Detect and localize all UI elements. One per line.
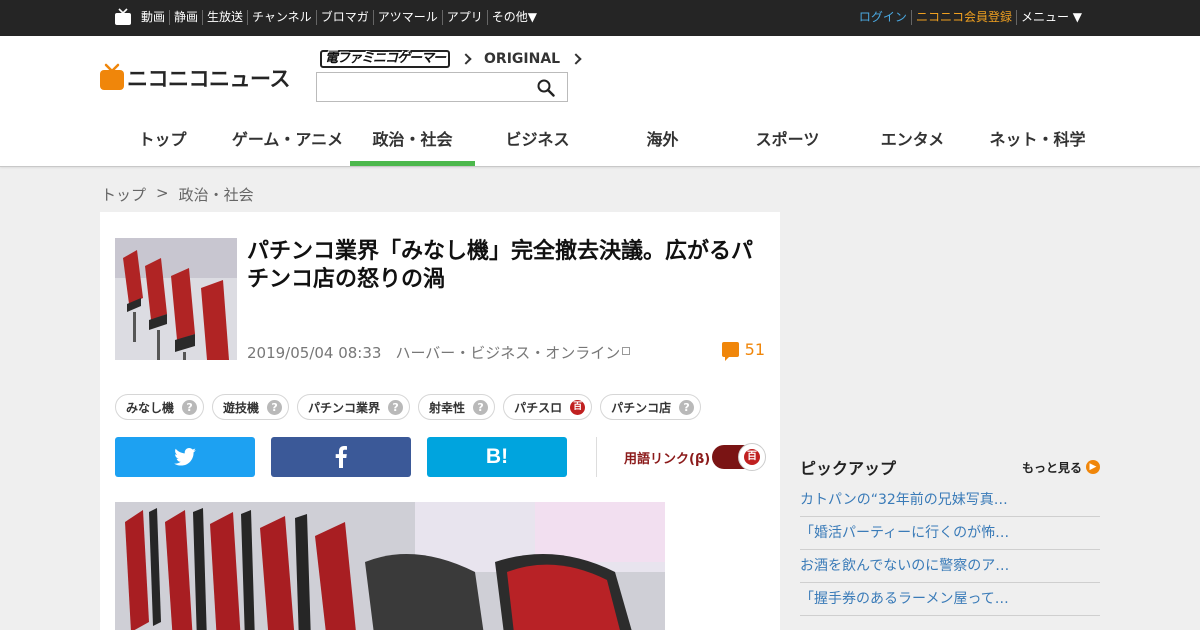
- tab-top[interactable]: トップ: [100, 122, 225, 166]
- question-icon[interactable]: ?: [388, 399, 404, 415]
- breadcrumb-current[interactable]: 政治・社会: [179, 184, 254, 205]
- service-link-other[interactable]: その他▼: [486, 10, 541, 25]
- search-icon[interactable]: [537, 79, 555, 97]
- breadcrumb-top[interactable]: トップ: [101, 184, 146, 205]
- category-nav: トップ ゲーム・アニメ 政治・社会 ビジネス 海外 スポーツ エンタメ ネット・…: [100, 122, 1100, 166]
- service-link-live[interactable]: 生放送: [202, 10, 247, 25]
- tag-label: パチンコ店: [611, 400, 672, 415]
- hatena-bookmark-icon: B!: [485, 445, 509, 468]
- list-item[interactable]: 「婚活パーティーに行くのが怖…: [800, 517, 1100, 550]
- more-link[interactable]: もっと見る ▶: [1022, 459, 1100, 476]
- tab-sports[interactable]: スポーツ: [725, 122, 850, 166]
- list-item[interactable]: 「握手券のあるラーメン屋って…: [800, 583, 1100, 616]
- service-link-blomaga[interactable]: ブロマガ: [315, 10, 373, 25]
- service-link-channel[interactable]: チャンネル: [247, 10, 316, 25]
- divider: [596, 437, 597, 477]
- service-link-atsumaru[interactable]: アツマール: [372, 10, 442, 25]
- site-header: ニコニコニュース 電ファミニコゲーマー ORIGINAL トップ ゲーム・アニメ…: [0, 36, 1200, 167]
- logo-text: ニコニコニュース: [127, 67, 290, 91]
- question-icon[interactable]: ?: [473, 399, 489, 415]
- article-title: パチンコ業界「みなし機」完全撤去決議。広がるパチンコ店の怒りの渦: [247, 239, 754, 292]
- tag-label: 遊技機: [223, 400, 260, 415]
- toggle-knob: 百: [738, 443, 766, 471]
- tag-label: パチンコ業界: [308, 400, 381, 415]
- breadcrumb-separator: >: [156, 184, 169, 202]
- article-meta: 2019/05/04 08:33 ハーバー・ビジネス・オンライン: [247, 342, 631, 363]
- article-datetime: 2019/05/04 08:33: [247, 343, 382, 362]
- article-card: パチンコ業界「みなし機」完全撤去決議。広がるパチンコ店の怒りの渦 2019/05…: [100, 212, 780, 630]
- article-source-link[interactable]: ハーバー・ビジネス・オンライン: [395, 342, 631, 363]
- tag-chip[interactable]: 遊技機?: [212, 394, 290, 420]
- term-link-toggle[interactable]: 百: [712, 443, 766, 471]
- pickup-header: ピックアップ もっと見る ▶: [800, 450, 1100, 484]
- original-link[interactable]: ORIGINAL: [484, 51, 560, 67]
- facebook-f-icon: [335, 446, 347, 468]
- external-link-icon: [622, 347, 631, 355]
- service-nav: 動画 静画 生放送 チャンネル ブロマガ アツマール アプリ その他▼: [137, 10, 541, 25]
- account-nav: ログイン ニコニコ会員登録 メニュー ▼: [855, 10, 1086, 25]
- pickup-title: ピックアップ: [800, 459, 897, 478]
- dic-icon: 百: [744, 449, 760, 465]
- pickup-list: カトパンの“32年前の兄妹写真… 「婚活パーティーに行くのが怖… お酒を飲んでな…: [800, 484, 1100, 616]
- tab-net-science[interactable]: ネット・科学: [975, 122, 1100, 166]
- tab-entame[interactable]: エンタメ: [850, 122, 975, 166]
- question-icon[interactable]: ?: [679, 399, 695, 415]
- search-input[interactable]: [317, 73, 527, 101]
- tag-label: 射幸性: [429, 400, 466, 415]
- twitter-share-button[interactable]: [115, 437, 255, 477]
- niconico-tv-icon[interactable]: [115, 8, 131, 25]
- sub-links: 電ファミニコゲーマー ORIGINAL: [320, 50, 594, 68]
- tag-chip[interactable]: パチスロ百: [503, 394, 593, 420]
- comment-bubble-icon: [721, 342, 739, 361]
- tag-chip[interactable]: 射幸性?: [418, 394, 496, 420]
- chevron-right-icon: [570, 53, 582, 65]
- tab-overseas[interactable]: 海外: [600, 122, 725, 166]
- search-box: [316, 72, 568, 102]
- top-bar: 動画 静画 生放送 チャンネル ブロマガ アツマール アプリ その他▼ ログイン…: [0, 0, 1200, 36]
- twitter-bird-icon: [174, 448, 196, 466]
- facebook-share-button[interactable]: [271, 437, 411, 477]
- tag-chip[interactable]: パチンコ店?: [600, 394, 702, 420]
- tag-chip[interactable]: パチンコ業界?: [297, 394, 411, 420]
- tab-business[interactable]: ビジネス: [475, 122, 600, 166]
- list-item[interactable]: お酒を飲んでないのに警察のア…: [800, 550, 1100, 583]
- dic-icon[interactable]: 百: [570, 399, 586, 415]
- article-source: ハーバー・ビジネス・オンライン: [395, 344, 621, 362]
- chevron-right-icon: [460, 53, 472, 65]
- login-link[interactable]: ログイン: [855, 10, 911, 25]
- tab-politics-society[interactable]: 政治・社会: [350, 122, 475, 166]
- register-link[interactable]: ニコニコ会員登録: [910, 10, 1016, 25]
- service-link-app[interactable]: アプリ: [441, 10, 487, 25]
- comment-count: 51: [744, 340, 765, 359]
- list-item[interactable]: カトパンの“32年前の兄妹写真…: [800, 484, 1100, 517]
- tab-game-anime[interactable]: ゲーム・アニメ: [225, 122, 350, 166]
- sidebar-pickup: ピックアップ もっと見る ▶ カトパンの“32年前の兄妹写真… 「婚活パーティーに…: [800, 450, 1100, 616]
- service-link-seiga[interactable]: 静画: [169, 10, 202, 25]
- hatena-bookmark-button[interactable]: B!: [427, 437, 567, 477]
- niconico-logo-icon: [100, 63, 124, 90]
- tag-label: みなし機: [126, 400, 175, 415]
- question-icon[interactable]: ?: [267, 399, 283, 415]
- service-link-douga[interactable]: 動画: [137, 10, 169, 25]
- article-main-image: [115, 502, 665, 630]
- term-link-label: 用語リンク(β): [624, 452, 711, 467]
- share-buttons: B!: [115, 437, 567, 477]
- denfami-link[interactable]: 電ファミニコゲーマー: [320, 50, 451, 68]
- article-thumbnail[interactable]: [115, 238, 237, 360]
- site-logo[interactable]: ニコニコニュース: [100, 63, 290, 93]
- more-link-label: もっと見る: [1021, 460, 1082, 475]
- tag-label: パチスロ: [514, 400, 563, 415]
- comment-count-link[interactable]: 51: [721, 340, 765, 361]
- arrow-right-icon: ▶: [1086, 460, 1100, 474]
- question-icon[interactable]: ?: [182, 399, 198, 415]
- breadcrumb: トップ > 政治・社会: [101, 184, 254, 205]
- menu-dropdown[interactable]: メニュー ▼: [1015, 10, 1086, 25]
- pachinko-hall-image: [115, 502, 665, 630]
- tag-chip[interactable]: みなし機?: [115, 394, 205, 420]
- pachinko-chairs-image: [115, 238, 237, 360]
- tag-list: みなし機? 遊技機? パチンコ業界? 射幸性? パチスロ百 パチンコ店?: [115, 394, 702, 420]
